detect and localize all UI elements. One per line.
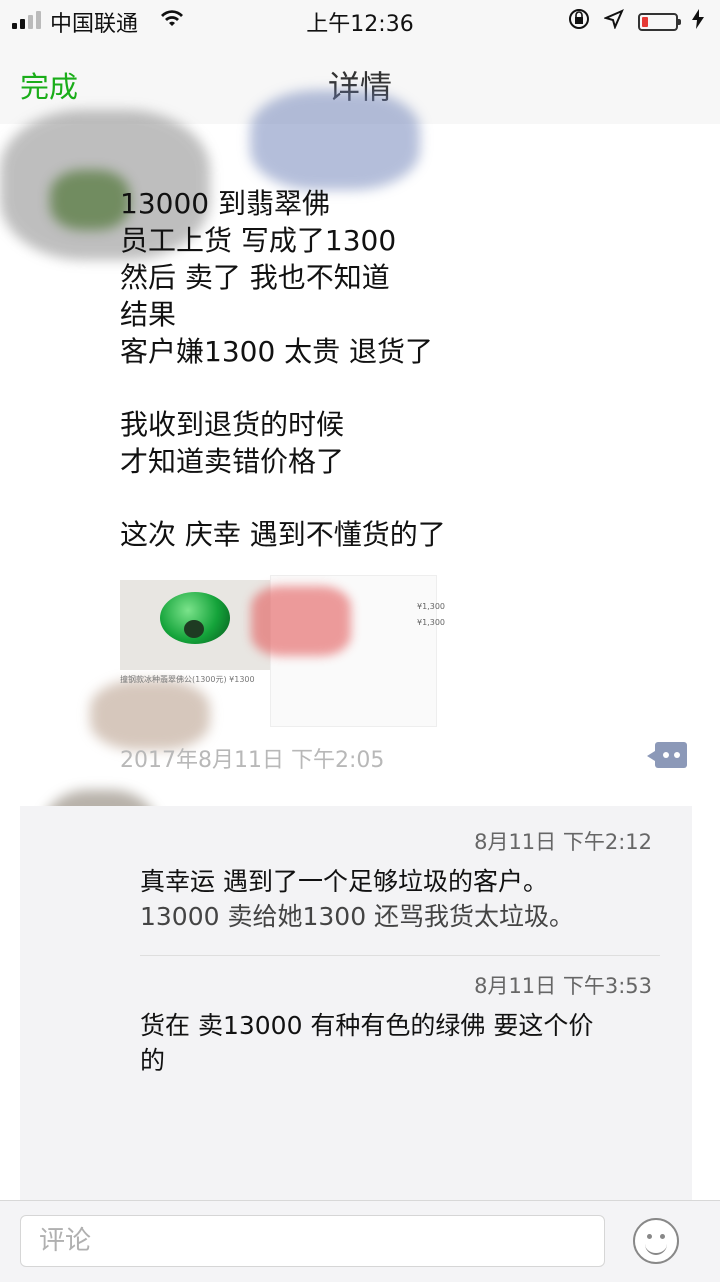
emoji-eye — [647, 1234, 652, 1239]
post-line: 然后 卖了 我也不知道 — [120, 261, 390, 294]
post-line: 结果 — [120, 298, 177, 331]
jade-buddha-photo[interactable] — [120, 580, 270, 670]
lock-rotation-icon — [568, 8, 590, 36]
censor-smudge — [90, 680, 210, 750]
comment-input[interactable] — [21, 1216, 604, 1266]
censor-smudge — [251, 586, 351, 656]
image-caption: 撞钢款冰种翡翠佛公(1300元) ¥1300 — [120, 675, 255, 684]
location-icon — [603, 9, 624, 35]
jade-hole — [184, 620, 204, 638]
post-timestamp: 2017年8月11日 下午2:05 — [120, 748, 385, 773]
post-line: 客户嫌1300 太贵 退货了 — [120, 335, 434, 368]
censor-smudge — [50, 170, 130, 230]
panel-price: ¥1,300 — [417, 602, 445, 611]
battery-icon — [638, 13, 681, 31]
post-line: 13000 到翡翠佛 — [120, 187, 330, 220]
status-bar: 中国联通 上午12:36 — [0, 0, 720, 40]
comment-time: 8月11日 下午2:12 — [474, 830, 652, 854]
comment-icon[interactable] — [647, 742, 687, 768]
post-line: 才知道卖错价格了 — [120, 445, 345, 478]
comment-time: 8月11日 下午3:53 — [474, 974, 652, 998]
post-line: 我收到退货的时候 — [120, 408, 345, 441]
charging-icon — [692, 9, 704, 35]
emoji-eye — [660, 1234, 665, 1239]
emoji-mouth — [645, 1243, 667, 1255]
comment-divider — [140, 955, 660, 956]
comment-text: 的 — [140, 1046, 166, 1075]
comment-text: 真幸运 遇到了一个足够垃圾的客户。 — [140, 867, 548, 896]
comment-text: 13000 卖给她1300 还骂我货太垃圾。 — [140, 902, 575, 931]
comment-text: 货在 卖13000 有种有色的绿佛 要这个价 — [140, 1011, 594, 1040]
post-line: 这次 庆幸 遇到不懂货的了 — [120, 518, 446, 551]
emoji-icon[interactable] — [633, 1218, 679, 1264]
comment-input-bar — [0, 1200, 720, 1282]
post-content: 13000 到翡翠佛 员工上货 写成了1300 然后 卖了 我也不知道 结果 客… — [120, 185, 446, 553]
censor-smudge — [250, 90, 420, 190]
post-gap — [120, 370, 446, 406]
panel-price: ¥1,300 — [417, 618, 445, 627]
comment-field-wrapper — [20, 1215, 605, 1267]
post-gap — [120, 480, 446, 516]
post-line: 员工上货 写成了1300 — [120, 224, 397, 257]
order-screenshot[interactable]: ¥1,300 ¥1,300 — [251, 575, 445, 727]
